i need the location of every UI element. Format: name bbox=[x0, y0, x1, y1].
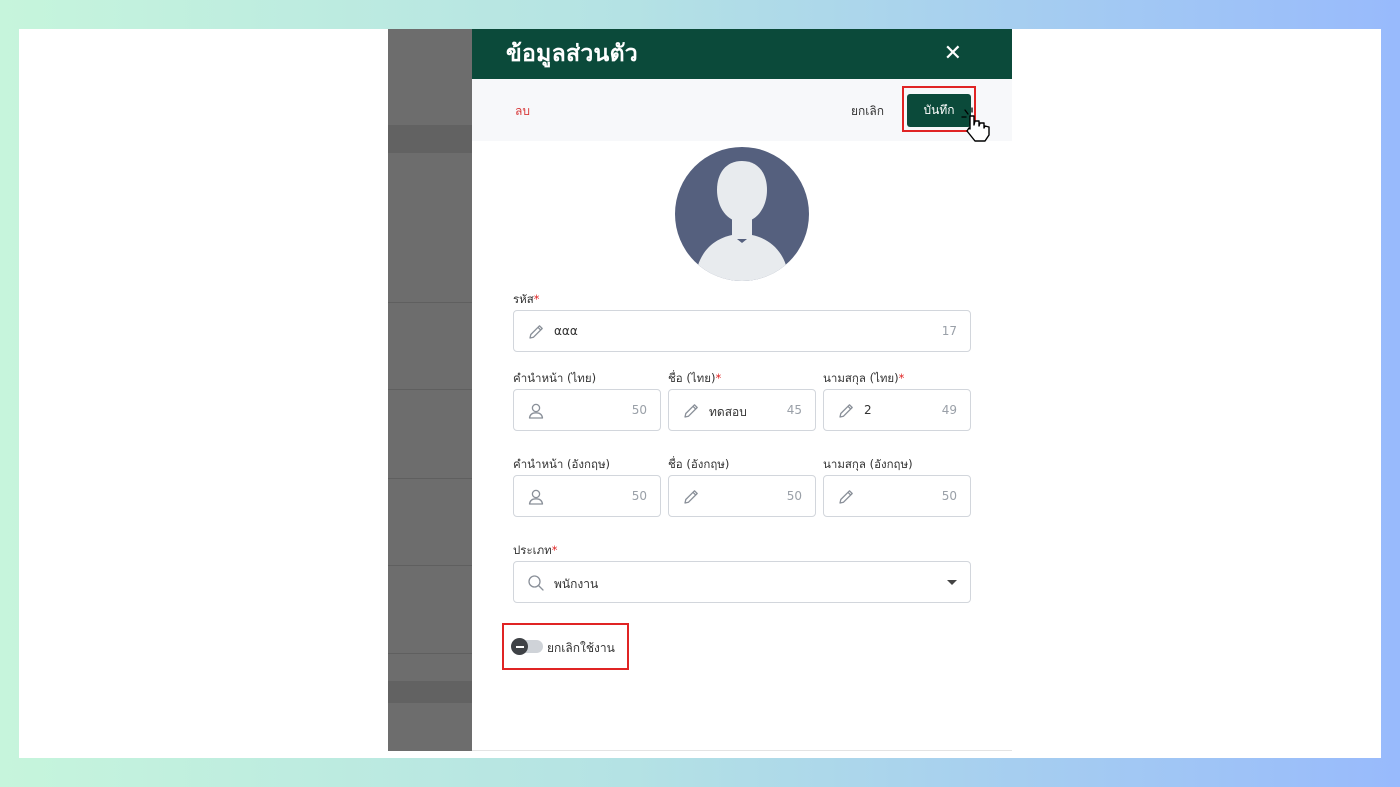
type-select[interactable]: พนักงาน bbox=[513, 561, 971, 603]
dimmed-background bbox=[388, 29, 472, 751]
first-name-th-value: ทดสอบ bbox=[709, 405, 747, 419]
code-input[interactable]: ααα 17 bbox=[513, 310, 971, 352]
pencil-icon bbox=[839, 404, 853, 418]
prefix-th-counter: 50 bbox=[631, 403, 647, 417]
last-name-th-input[interactable]: 2 49 bbox=[823, 389, 971, 431]
prefix-en-label: คำนำหน้า (อังกฤษ) bbox=[513, 457, 611, 471]
first-name-en-input[interactable]: 50 bbox=[668, 475, 816, 517]
person-icon bbox=[528, 489, 544, 505]
last-name-en-counter: 50 bbox=[941, 489, 957, 503]
pencil-icon bbox=[839, 490, 853, 504]
close-icon: ✕ bbox=[943, 41, 962, 66]
type-value: พนักงาน bbox=[554, 577, 599, 591]
deactivate-toggle-label: ยกเลิกใช้งาน bbox=[547, 641, 615, 655]
action-toolbar: ลบ ยกเลิก บันทึก bbox=[472, 79, 1012, 142]
avatar[interactable] bbox=[675, 147, 809, 281]
chevron-down-icon bbox=[947, 580, 957, 585]
search-icon bbox=[528, 575, 544, 591]
last-name-th-counter: 49 bbox=[941, 403, 957, 417]
code-value: ααα bbox=[554, 324, 578, 338]
screenshot-canvas: ข้อมูลส่วนตัว ✕ ลบ ยกเลิก บันทึก รหัส* α… bbox=[19, 29, 1381, 758]
code-label: รหัส* bbox=[513, 292, 540, 306]
person-icon bbox=[528, 403, 544, 419]
panel-title: ข้อมูลส่วนตัว bbox=[506, 41, 639, 67]
prefix-th-input[interactable]: 50 bbox=[513, 389, 661, 431]
type-label: ประเภท* bbox=[513, 543, 558, 557]
first-name-en-counter: 50 bbox=[786, 489, 802, 503]
pencil-icon bbox=[684, 490, 698, 504]
last-name-th-label: นามสกุล (ไทย)* bbox=[823, 371, 905, 385]
prefix-en-input[interactable]: 50 bbox=[513, 475, 661, 517]
last-name-th-value: 2 bbox=[864, 403, 872, 417]
prefix-en-counter: 50 bbox=[631, 489, 647, 503]
first-name-en-label: ชื่อ (อังกฤษ) bbox=[668, 457, 730, 471]
first-name-th-counter: 45 bbox=[786, 403, 802, 417]
delete-button[interactable]: ลบ bbox=[515, 102, 530, 121]
person-silhouette-icon bbox=[695, 161, 789, 281]
close-button[interactable]: ✕ bbox=[944, 43, 962, 65]
code-counter: 17 bbox=[941, 324, 957, 338]
toggle-knob bbox=[511, 638, 528, 655]
personal-info-panel: ข้อมูลส่วนตัว ✕ ลบ ยกเลิก บันทึก รหัส* α… bbox=[472, 29, 1012, 751]
first-name-th-input[interactable]: ทดสอบ 45 bbox=[668, 389, 816, 431]
last-name-en-input[interactable]: 50 bbox=[823, 475, 971, 517]
pencil-icon bbox=[529, 325, 543, 339]
deactivate-toggle[interactable] bbox=[511, 638, 543, 655]
cancel-button[interactable]: ยกเลิก bbox=[851, 102, 884, 121]
panel-header: ข้อมูลส่วนตัว ✕ bbox=[472, 29, 1012, 79]
hand-pointer-icon bbox=[961, 107, 990, 142]
prefix-th-label: คำนำหน้า (ไทย) bbox=[513, 371, 597, 385]
pencil-icon bbox=[684, 404, 698, 418]
first-name-th-label: ชื่อ (ไทย)* bbox=[668, 371, 722, 385]
last-name-en-label: นามสกุล (อังกฤษ) bbox=[823, 457, 913, 471]
